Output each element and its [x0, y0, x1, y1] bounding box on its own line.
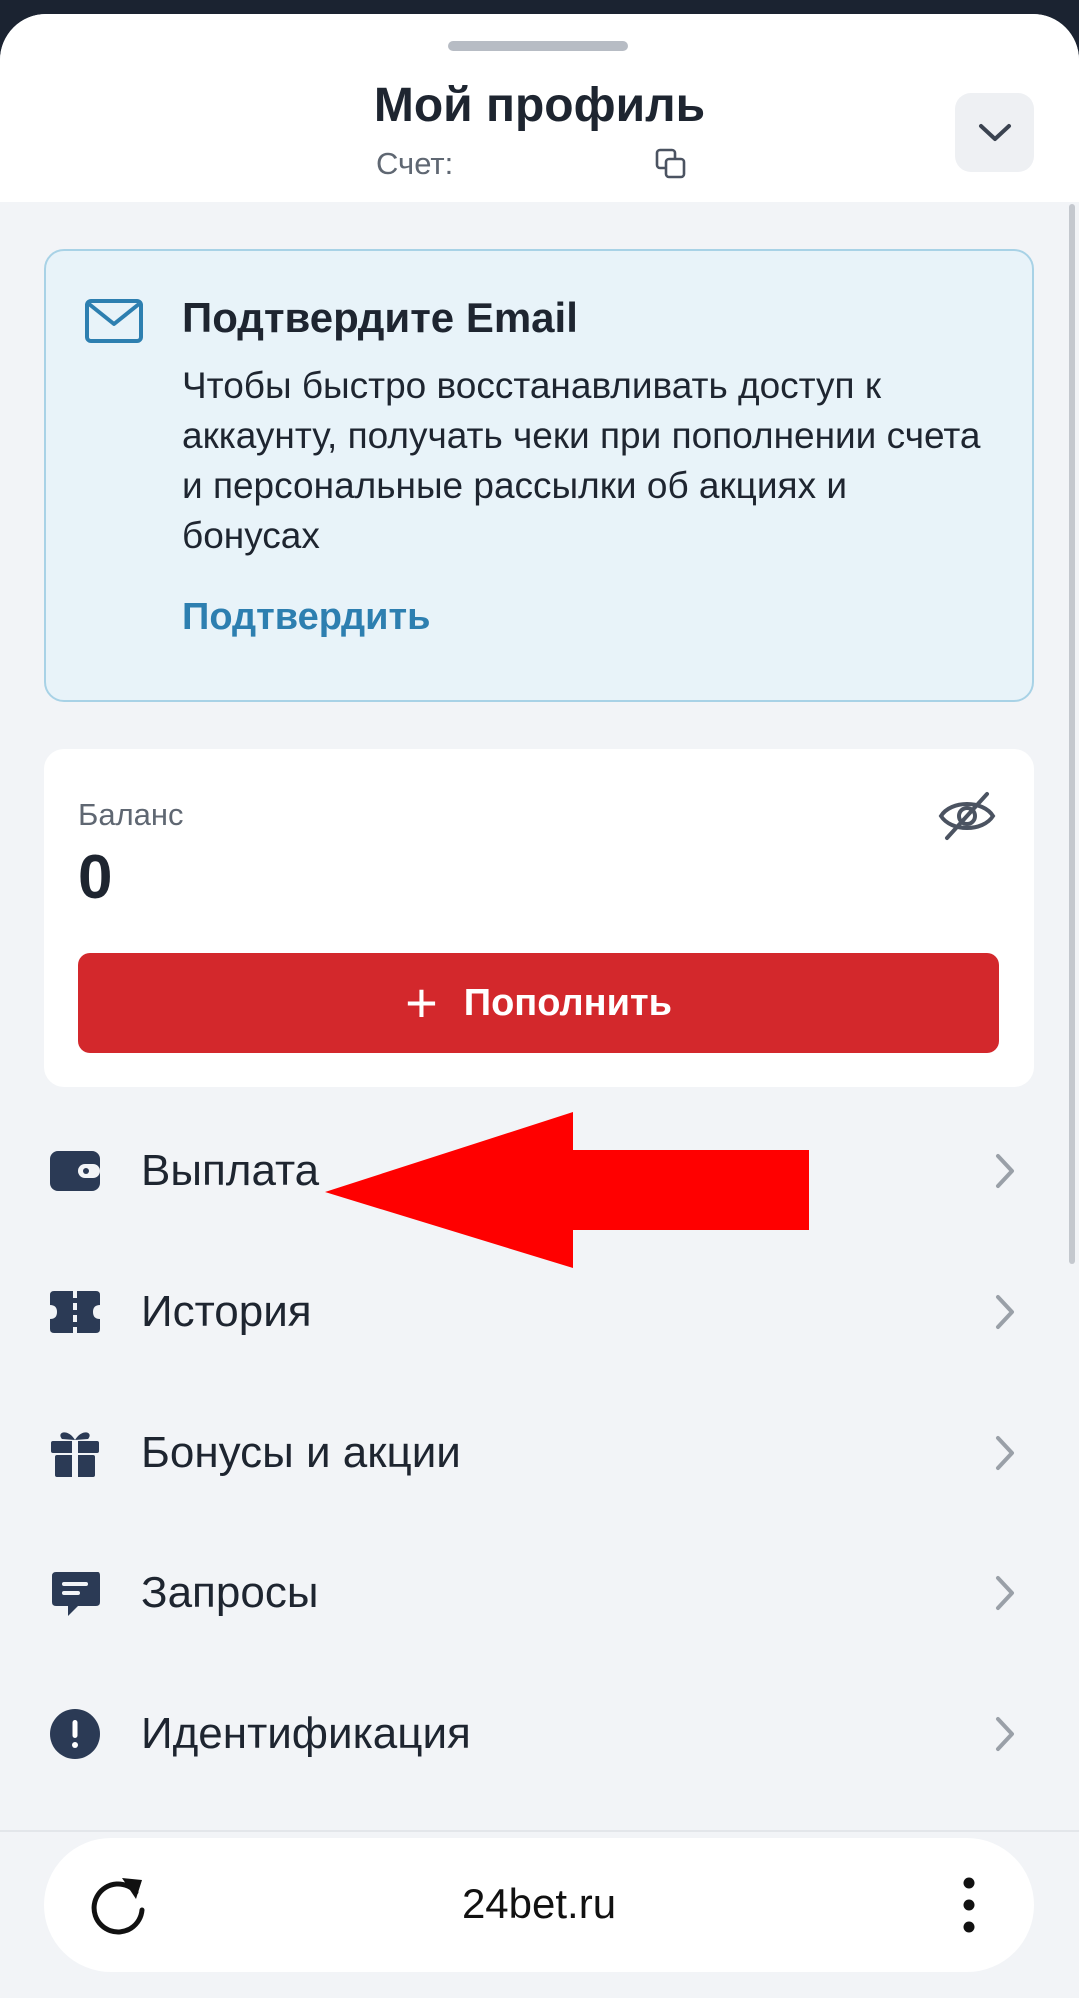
wallet-icon — [50, 1151, 100, 1191]
url-text: 24bet.ru — [461, 1880, 617, 1927]
gift-icon — [51, 1432, 99, 1477]
chevron-right-icon — [996, 1295, 1014, 1329]
menu-item-label: Идентификация — [141, 1709, 471, 1758]
chevron-right-icon — [996, 1717, 1014, 1751]
topup-button[interactable]: + Пополнить — [78, 953, 999, 1053]
balance-value: 0 — [78, 843, 113, 912]
profile-sheet: Мой профиль Счет: Подтвердите Email Чтоб… — [0, 14, 1079, 1998]
balance-card: Баланс 0 + Пополнить — [44, 749, 1034, 1087]
confirm-email-link[interactable]: Подтвердить — [182, 596, 430, 639]
plus-icon: + — [405, 971, 438, 1034]
chevron-right-icon — [996, 1154, 1014, 1188]
drag-handle[interactable] — [448, 41, 628, 51]
copy-icon[interactable] — [654, 147, 688, 181]
topup-label: Пополнить — [463, 981, 672, 1024]
more-options-icon[interactable] — [959, 1875, 979, 1935]
email-card-text: Чтобы быстро восстанавливать доступ к ак… — [182, 365, 981, 556]
email-card-title: Подтвердите Email — [182, 294, 578, 341]
mail-icon — [85, 299, 143, 343]
scrollbar[interactable] — [1069, 204, 1075, 1264]
chevron-right-icon — [996, 1576, 1014, 1610]
confirm-email-card: Подтвердите Email Чтобы быстро восстанав… — [44, 249, 1034, 702]
menu-item-label: Выплата — [141, 1146, 320, 1195]
collapse-button[interactable] — [955, 93, 1034, 172]
annotation-arrow-icon — [325, 1112, 809, 1268]
menu-item-requests[interactable]: Запросы — [0, 1533, 1079, 1653]
menu-item-identification[interactable]: Идентификация — [0, 1674, 1079, 1794]
chevron-down-icon — [978, 123, 1011, 141]
alert-icon — [50, 1709, 100, 1759]
page-title: Мой профиль — [373, 79, 706, 132]
browser-url-bar[interactable]: 24bet.ru — [44, 1838, 1034, 1972]
balance-label: Баланс — [78, 797, 184, 832]
ticket-icon — [50, 1291, 100, 1333]
chat-icon — [52, 1572, 100, 1616]
menu-item-label: История — [141, 1287, 312, 1336]
menu-item-label: Запросы — [141, 1568, 319, 1617]
menu-item-bonuses[interactable]: Бонусы и акции — [0, 1393, 1079, 1513]
eye-off-icon[interactable] — [937, 788, 997, 844]
account-label: Счет: — [376, 146, 454, 181]
menu-item-label: Бонусы и акции — [141, 1428, 461, 1477]
menu-item-history[interactable]: История — [0, 1252, 1079, 1372]
chevron-right-icon — [996, 1436, 1014, 1470]
sheet-header: Мой профиль Счет: — [0, 14, 1079, 202]
